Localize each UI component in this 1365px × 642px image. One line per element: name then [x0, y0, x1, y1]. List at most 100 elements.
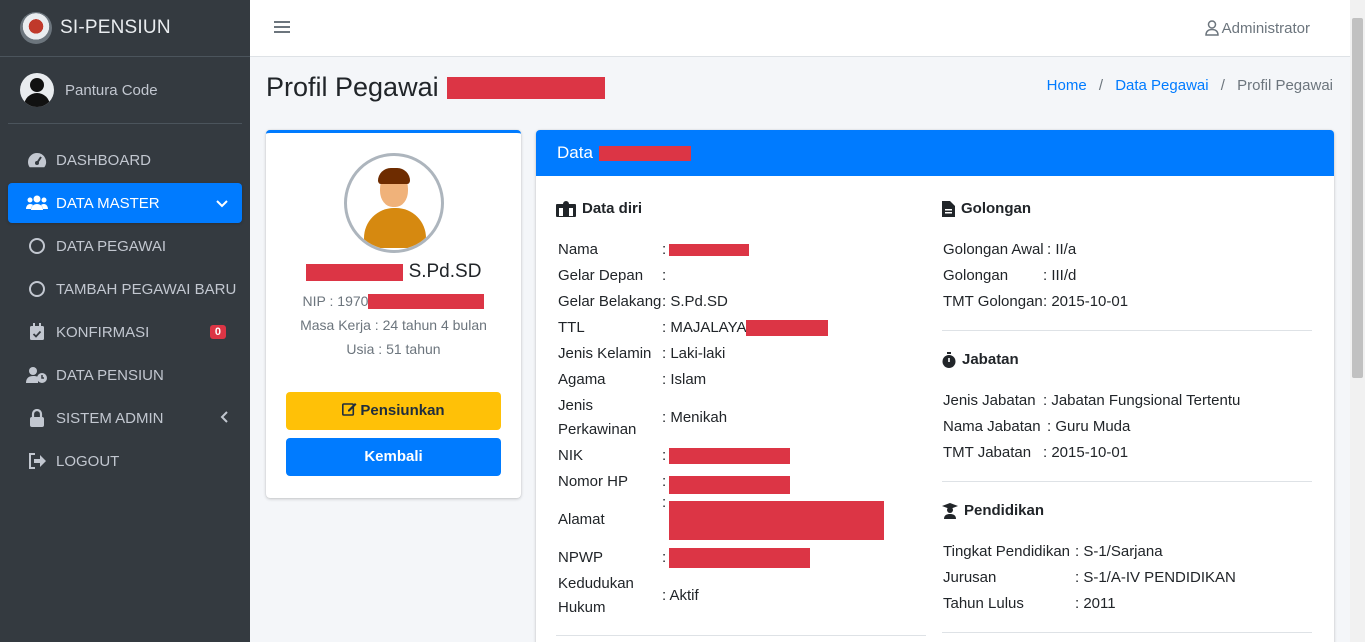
golongan-title-text: Golongan [961, 200, 1031, 217]
pensiunkan-button[interactable]: Pensiunkan [286, 392, 501, 430]
breadcrumb: Home / Data Pegawai / Profil Pegawai [1046, 77, 1333, 94]
admin-label: Administrator [1221, 19, 1310, 37]
user-icon [1204, 20, 1219, 36]
row-value: : Islam [662, 371, 707, 388]
row-value: : [662, 470, 791, 494]
admin-user-menu[interactable]: Administrator [1204, 19, 1310, 37]
divider [942, 481, 1312, 482]
sidebar-item-data-master[interactable]: DATA MASTER [8, 183, 242, 223]
sidebar: SI-PENSIUN Pantura Code DASHBOARD DATA M… [0, 0, 250, 642]
row-label: TMT Golongan [943, 293, 1043, 310]
file-icon [942, 200, 955, 217]
divider [942, 632, 1312, 633]
row-value: : [662, 238, 750, 262]
chevron-left-icon [220, 410, 228, 426]
kembali-label: Kembali [364, 448, 423, 465]
graduate-icon [942, 502, 958, 519]
nip-label: NIP : 1970 [302, 293, 369, 309]
row-label: Gelar Depan [558, 267, 644, 284]
sidebar-item-label: DATA PEGAWAI [56, 237, 167, 255]
row-value: : [662, 494, 885, 540]
brand-text: SI-PENSIUN [60, 17, 171, 38]
sign-out-icon [26, 451, 48, 471]
redacted-name-block [598, 145, 691, 161]
pendidikan-title-text: Pendidikan [964, 502, 1045, 519]
page-scrollbar[interactable] [1350, 0, 1365, 642]
konfirmasi-count-badge: 0 [209, 325, 226, 339]
jabatan-title: Jabatan [942, 351, 1019, 368]
redacted-nomor-hp-block [669, 476, 791, 494]
edit-icon [342, 403, 357, 416]
golongan-row-golongan: Golongan : III/d [943, 264, 1076, 288]
row-label: Golongan [943, 267, 1009, 284]
row-value: : MAJALAYA [662, 316, 829, 340]
profile-nip: NIP : 1970 [266, 289, 521, 313]
data-row-nama: Nama : [558, 238, 750, 262]
circle-icon [26, 279, 48, 299]
sidebar-item-label: LOGOUT [56, 452, 120, 470]
user-panel[interactable]: Pantura Code [8, 57, 242, 124]
data-row-ttl: TTL : MAJALAYA [558, 316, 829, 340]
row-value: : Jabatan Fungsional Tertentu [1043, 392, 1241, 409]
redacted-nip-block [368, 293, 485, 309]
scrollbar-thumb[interactable] [1352, 18, 1363, 378]
row-value: : II/a [1047, 241, 1077, 258]
user-name: Pantura Code [65, 81, 158, 99]
top-navbar: Administrator [250, 0, 1350, 57]
row-label: Kedudukan Hukum [558, 575, 634, 616]
data-row-jenis-kelamin: Jenis Kelamin : Laki-laki [558, 342, 725, 366]
row-label: NIK [558, 447, 584, 464]
sidebar-item-konfirmasi[interactable]: KONFIRMASI 0 [8, 312, 242, 352]
id-card-icon [556, 200, 576, 217]
data-diri-title-text: Data diri [582, 200, 643, 217]
divider [556, 635, 926, 636]
data-diri-title: Data diri [556, 200, 642, 217]
sidebar-item-tambah-pegawai-baru[interactable]: TAMBAH PEGAWAI BARU [8, 269, 242, 309]
pendidikan-title: Pendidikan [942, 502, 1044, 519]
data-row-npwp: NPWP : [558, 546, 811, 570]
sidebar-nav: DASHBOARD DATA MASTER DATA PEGAWAI TAMBA… [0, 140, 250, 481]
row-label: Nomor HP [558, 473, 629, 490]
row-label: Jurusan [943, 569, 997, 586]
sidebar-item-label: DATA PENSIUN [56, 366, 164, 384]
pendidikan-row-jurusan: Jurusan : S-1/A-IV PENDIDIKAN [943, 566, 1236, 590]
breadcrumb-current: Profil Pegawai [1237, 77, 1333, 94]
data-row-kedudukan-hukum: Kedudukan Hukum : Aktif [558, 572, 699, 620]
breadcrumb-data-pegawai-link[interactable]: Data Pegawai [1115, 77, 1208, 94]
jabatan-row-nama: Nama Jabatan : Guru Muda [943, 415, 1130, 439]
data-row-alamat: Alamat : [558, 494, 885, 540]
row-value: : Guru Muda [1047, 418, 1131, 435]
profile-usia: Usia : 51 tahun [346, 341, 441, 357]
redacted-alamat-block [669, 500, 885, 540]
circle-icon [26, 236, 48, 256]
sidebar-item-dashboard[interactable]: DASHBOARD [8, 140, 242, 180]
sidebar-item-sistem-admin[interactable]: SISTEM ADMIN [8, 398, 242, 438]
sidebar-item-label: DASHBOARD [56, 151, 152, 169]
row-label: Gelar Belakang [558, 293, 662, 310]
data-row-nomor-hp: Nomor HP : [558, 470, 791, 494]
profile-masa-kerja: Masa Kerja : 24 tahun 4 bulan [300, 317, 487, 333]
profile-name-suffix: S.Pd.SD [408, 261, 482, 282]
profile-avatar-icon [343, 153, 444, 253]
sidebar-item-data-pegawai[interactable]: DATA PEGAWAI [8, 226, 242, 266]
row-label: TTL [558, 319, 585, 336]
row-label: Golongan Awal [943, 241, 1044, 258]
page-title-text: Profil Pegawai [266, 72, 439, 102]
user-avatar-icon [20, 73, 54, 107]
breadcrumb-home-link[interactable]: Home [1047, 77, 1087, 94]
users-icon [26, 193, 48, 213]
sidebar-item-logout[interactable]: LOGOUT [8, 441, 242, 481]
profile-card: S.Pd.SD NIP : 1970 Masa Kerja : 24 tahun… [266, 130, 521, 498]
divider [942, 330, 1312, 331]
row-label: Jenis Jabatan [943, 392, 1036, 409]
kembali-button[interactable]: Kembali [286, 438, 501, 476]
profile-name: S.Pd.SD [266, 261, 521, 283]
golongan-title: Golongan [942, 200, 1031, 217]
pendidikan-row-tahun-lulus: Tahun Lulus : 2011 [943, 592, 1116, 616]
sidebar-item-data-pensiun[interactable]: DATA PENSIUN [8, 355, 242, 395]
hamburger-menu-icon[interactable] [274, 18, 290, 39]
brand[interactable]: SI-PENSIUN [0, 0, 250, 57]
row-value: : 2015-10-01 [1043, 293, 1129, 310]
jabatan-title-text: Jabatan [962, 351, 1019, 368]
row-value: : 2015-10-01 [1043, 444, 1129, 461]
